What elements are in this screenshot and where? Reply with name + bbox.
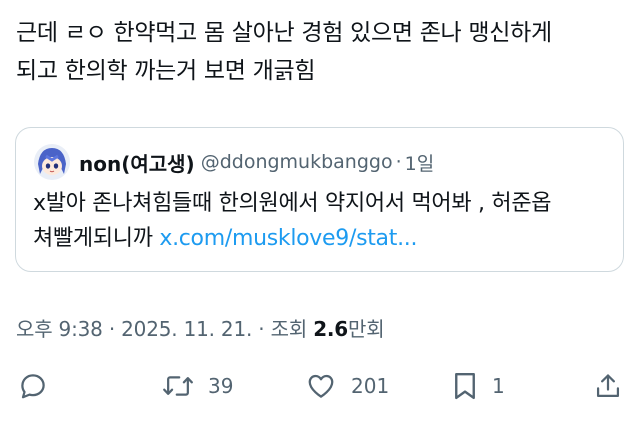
quoted-tweet-header: non(여고생) @ddongmukbanggo · 1일 bbox=[34, 144, 434, 180]
quoted-timestamp[interactable]: 1일 bbox=[405, 149, 435, 176]
tweet-date[interactable]: 2025. 11. 21. bbox=[121, 317, 252, 341]
quoted-tweet-text: x발아 존나쳐힘들때 한의원에서 약지어서 먹어봐 , 허준옵 쳐빨게되니까 x… bbox=[33, 186, 608, 256]
quoted-author-handle[interactable]: @ddongmukbanggo bbox=[201, 151, 393, 173]
reply-button[interactable] bbox=[18, 364, 48, 408]
tweet-text-line: 근데 ㄹㅇ 한약먹고 몸 살아난 경험 있으면 존나 맹신하게 bbox=[16, 20, 552, 46]
retweet-count: 39 bbox=[208, 374, 234, 398]
meta-separator: · bbox=[252, 317, 271, 341]
action-bar: 39 201 1 bbox=[0, 364, 640, 408]
views-label: 조회 bbox=[270, 317, 314, 341]
separator-dot: · bbox=[395, 151, 402, 173]
like-button[interactable]: 201 bbox=[305, 364, 389, 408]
tweet-meta: 오후 9:38 · 2025. 11. 21. · 조회 2.6만회 bbox=[16, 313, 385, 342]
quoted-text-line: 쳐빨게되니까 x.com/musklove9/stat... bbox=[33, 221, 608, 256]
tweet-text: 근데 ㄹㅇ 한약먹고 몸 살아난 경험 있으면 존나 맹신하게 되고 한의학 까… bbox=[16, 14, 626, 90]
tweet-time[interactable]: 오후 9:38 bbox=[16, 317, 103, 341]
quoted-author-name[interactable]: non(여고생) bbox=[79, 148, 195, 177]
heart-icon bbox=[305, 371, 337, 401]
views-count: 2.6 bbox=[313, 317, 349, 341]
share-icon bbox=[594, 371, 622, 401]
views-unit: 만회 bbox=[348, 317, 385, 341]
avatar[interactable] bbox=[34, 144, 70, 180]
tweet-text-line: 되고 한의학 까는거 보면 개긁힘 bbox=[16, 58, 316, 84]
quoted-tweet-link[interactable]: x.com/musklove9/stat... bbox=[159, 226, 417, 251]
bookmark-icon bbox=[452, 371, 478, 401]
retweet-button[interactable]: 39 bbox=[162, 364, 233, 408]
bookmark-count: 1 bbox=[492, 374, 505, 398]
quoted-text-line-start: 쳐빨게되니까 bbox=[33, 226, 153, 251]
bookmark-button[interactable]: 1 bbox=[452, 364, 505, 408]
quoted-tweet-card[interactable]: non(여고생) @ddongmukbanggo · 1일 x발아 존나쳐힘들때… bbox=[15, 127, 624, 272]
quoted-text-line: x발아 존나쳐힘들때 한의원에서 약지어서 먹어봐 , 허준옵 bbox=[33, 191, 552, 216]
reply-icon bbox=[18, 371, 48, 401]
like-count: 201 bbox=[351, 374, 390, 398]
retweet-icon bbox=[162, 371, 194, 401]
share-button[interactable] bbox=[594, 364, 622, 408]
meta-separator: · bbox=[102, 317, 122, 341]
